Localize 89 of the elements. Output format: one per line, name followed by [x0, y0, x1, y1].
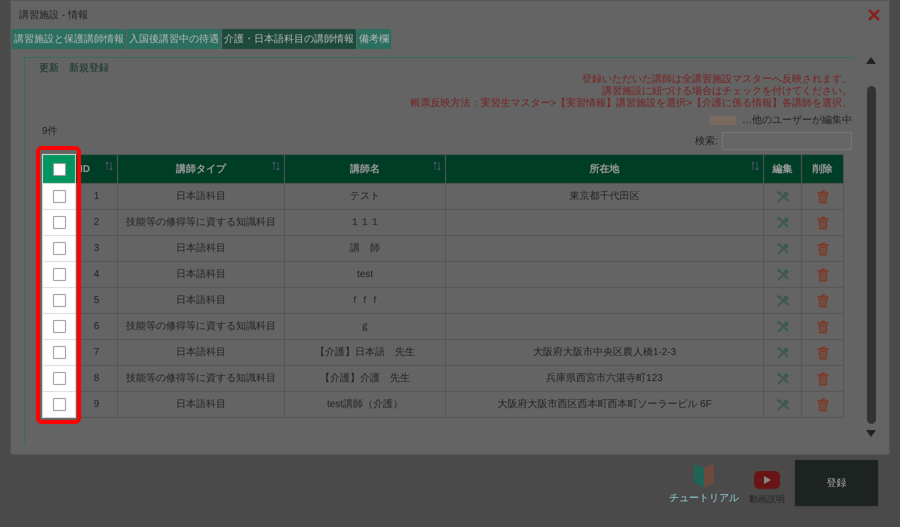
notice-text: 登録いただいた講師は全講習施設マスターへ反映されます。	[582, 74, 852, 86]
notice-text: 講習施設に紐づける場合はチェックを付けてください。	[602, 86, 852, 98]
table-cell: test	[284, 262, 446, 288]
row-checkbox[interactable]	[52, 216, 66, 229]
tab[interactable]: 入国後講習中の待遇	[127, 29, 221, 49]
play-icon	[754, 470, 780, 488]
table-cell: 講 師	[284, 236, 446, 262]
toolbar-link[interactable]: 新規登録	[69, 61, 109, 76]
row-checkbox[interactable]	[52, 372, 66, 385]
tab[interactable]: 介護・日本語科目の講師情報	[222, 29, 356, 49]
table-cell: test講師（介護）	[284, 392, 446, 418]
trash-icon[interactable]	[816, 346, 828, 360]
column-header[interactable]: 講師名	[284, 154, 446, 184]
beginner-mark-icon	[692, 463, 716, 489]
table-cell: ｇ	[284, 314, 446, 340]
wrench-icon[interactable]	[776, 346, 790, 360]
table-cell: 大阪府大阪市中央区農人橋1-2-3	[446, 340, 764, 366]
notice-text: 帳票反映方法：実習生マスター>【実習情報】講習施設を選択>【介護に係る情報】各講師を選択。	[410, 98, 852, 110]
scrollbar-thumb[interactable]	[866, 86, 876, 424]
column-header[interactable]: 講師タイプ	[118, 154, 284, 184]
scroll-up-icon[interactable]	[866, 57, 876, 64]
wrench-icon[interactable]	[776, 398, 790, 412]
sort-icon[interactable]	[751, 161, 759, 171]
table-cell: 日本語科目	[118, 392, 284, 418]
table-cell: 大阪府大阪市西区西本町西本町ソーラービル 6F	[446, 392, 764, 418]
tutorial-button[interactable]: チュートリアル	[669, 463, 739, 506]
row-checkbox[interactable]	[52, 268, 66, 281]
toolbar-link[interactable]: 更新	[39, 61, 59, 76]
table-cell: 東京都千代田区	[446, 184, 764, 210]
row-checkbox[interactable]	[52, 190, 66, 203]
wrench-icon[interactable]	[776, 190, 790, 204]
table-cell: 日本語科目	[118, 236, 284, 262]
sort-icon[interactable]	[433, 161, 441, 171]
table-cell: ｆｆｆ	[284, 288, 446, 314]
search-label: 検索:	[695, 134, 718, 148]
legend-text: …他のユーザーが編集中	[742, 114, 852, 128]
row-checkbox[interactable]	[52, 242, 66, 255]
table-cell: 8	[76, 366, 118, 392]
table-cell: 1	[76, 184, 118, 210]
trash-icon[interactable]	[816, 320, 828, 334]
tab[interactable]: 備考欄	[357, 29, 391, 49]
table-cell: 【介護】日本語 先生	[284, 340, 446, 366]
table-cell: 日本語科目	[118, 340, 284, 366]
close-button[interactable]	[867, 8, 881, 22]
table-cell: 技能等の修得等に資する知識科目	[118, 366, 284, 392]
row-checkbox[interactable]	[52, 294, 66, 307]
table-cell: 4	[76, 262, 118, 288]
tab[interactable]: 講習施設と保護講師情報	[12, 29, 126, 49]
record-count: 9件	[42, 126, 58, 137]
table-cell: 5	[76, 288, 118, 314]
trash-icon[interactable]	[816, 398, 828, 412]
column-header: 編集	[764, 154, 802, 184]
trash-icon[interactable]	[816, 190, 828, 204]
submit-button[interactable]: 登録	[795, 460, 878, 506]
wrench-icon[interactable]	[776, 294, 790, 308]
trash-icon[interactable]	[816, 216, 828, 230]
select-all-checkbox[interactable]	[52, 162, 66, 176]
trash-icon[interactable]	[816, 268, 828, 282]
column-header: 削除	[802, 154, 844, 184]
trash-icon[interactable]	[816, 294, 828, 308]
table-cell: 6	[76, 314, 118, 340]
table-cell: 技能等の修得等に資する知識科目	[118, 210, 284, 236]
wrench-icon[interactable]	[776, 372, 790, 386]
table-cell: 日本語科目	[118, 184, 284, 210]
table-cell: 3	[76, 236, 118, 262]
wrench-icon[interactable]	[776, 320, 790, 334]
table-cell: 日本語科目	[118, 262, 284, 288]
row-checkbox[interactable]	[52, 320, 66, 333]
column-header[interactable]: 所在地	[446, 154, 764, 184]
sort-icon[interactable]	[105, 161, 113, 171]
trash-icon[interactable]	[816, 242, 828, 256]
table-cell: テスト	[284, 184, 446, 210]
dialog-title: 講習施設 - 情報	[19, 8, 88, 22]
table-cell: 2	[76, 210, 118, 236]
sort-icon[interactable]	[272, 161, 280, 171]
row-checkbox[interactable]	[52, 398, 66, 411]
table-cell: 兵庫県西宮市六湛寺町123	[446, 366, 764, 392]
wrench-icon[interactable]	[776, 216, 790, 230]
wrench-icon[interactable]	[776, 242, 790, 256]
row-checkbox[interactable]	[52, 346, 66, 359]
wrench-icon[interactable]	[776, 268, 790, 282]
table-cell: 日本語科目	[118, 288, 284, 314]
trash-icon[interactable]	[816, 372, 828, 386]
table-cell: 技能等の修得等に資する知識科目	[118, 314, 284, 340]
table-cell: 【介護】介護 先生	[284, 366, 446, 392]
table-cell: 7	[76, 340, 118, 366]
table-cell: 9	[76, 392, 118, 418]
table-cell: １１１	[284, 210, 446, 236]
scroll-down-icon[interactable]	[866, 430, 876, 437]
